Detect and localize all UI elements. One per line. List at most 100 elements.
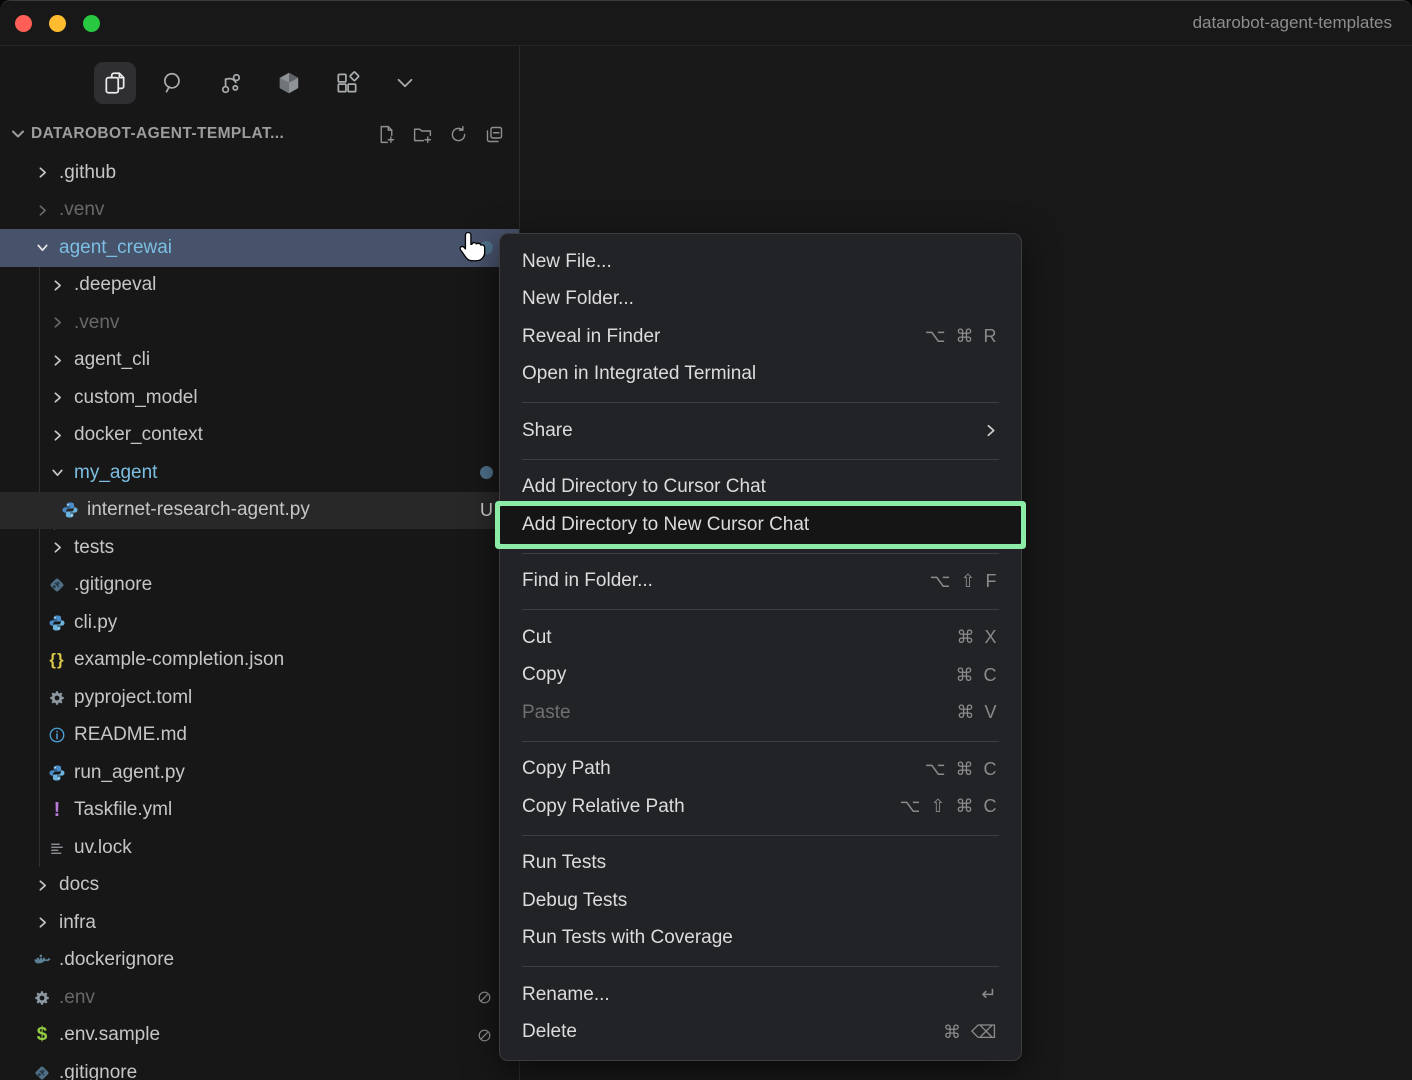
tree-folder-docker-context[interactable]: docker_context bbox=[0, 417, 519, 455]
activity-cube-icon[interactable] bbox=[268, 62, 310, 104]
tree-item-label: Taskfile.yml bbox=[74, 799, 172, 821]
menu-item-new-file[interactable]: New File... bbox=[500, 243, 1021, 281]
menu-item-label: Debug Tests bbox=[522, 890, 627, 912]
tree-folder-docs[interactable]: docs bbox=[0, 867, 519, 905]
tree-file--gitignore[interactable]: .gitignore bbox=[0, 1054, 519, 1080]
chevron-right-icon bbox=[46, 427, 68, 444]
menu-item-debug-tests[interactable]: Debug Tests bbox=[500, 882, 1021, 920]
tree-folder-my-agent[interactable]: my_agent bbox=[0, 454, 519, 492]
menu-item-shortcut: ⌥ ⇧ ⌘ C bbox=[900, 796, 999, 817]
menu-item-share[interactable]: Share bbox=[500, 412, 1021, 450]
refresh-icon[interactable] bbox=[448, 124, 469, 145]
new-folder-icon[interactable] bbox=[412, 124, 433, 145]
menu-item-copy-relative-path[interactable]: Copy Relative Path⌥ ⇧ ⌘ C bbox=[500, 788, 1021, 826]
json-file-icon: {} bbox=[46, 650, 68, 670]
tree-item-label: README.md bbox=[74, 724, 187, 746]
tree-folder-custom-model[interactable]: custom_model bbox=[0, 379, 519, 417]
minimize-window-button[interactable] bbox=[49, 15, 66, 32]
activity-source-control-icon[interactable] bbox=[210, 62, 252, 104]
context-menu: New File...New Folder...Reveal in Finder… bbox=[499, 233, 1022, 1061]
tree-file-example-completion-json[interactable]: {}example-completion.json bbox=[0, 642, 519, 680]
tree-file--dockerignore[interactable]: .dockerignore bbox=[0, 942, 519, 980]
tree-file-uv-lock[interactable]: uv.lock bbox=[0, 829, 519, 867]
tree-folder-infra[interactable]: infra bbox=[0, 904, 519, 942]
tree-item-label: docs bbox=[59, 874, 99, 896]
menu-item-shortcut: ⌥ ⇧ F bbox=[930, 571, 999, 592]
chevron-right-icon bbox=[46, 539, 68, 556]
menu-item-cut[interactable]: Cut⌘ X bbox=[500, 619, 1021, 657]
collapse-all-icon[interactable] bbox=[484, 124, 505, 145]
tree-folder--deepeval[interactable]: .deepeval bbox=[0, 267, 519, 305]
activity-search-icon[interactable] bbox=[152, 62, 194, 104]
menu-item-label: Add Directory to New Cursor Chat bbox=[522, 514, 809, 536]
menu-item-label: Run Tests with Coverage bbox=[522, 927, 733, 949]
menu-item-label: Run Tests bbox=[522, 852, 606, 874]
new-file-icon[interactable] bbox=[376, 124, 397, 145]
menu-item-label: Add Directory to Cursor Chat bbox=[522, 476, 766, 498]
tree-file-pyproject-toml[interactable]: pyproject.toml bbox=[0, 679, 519, 717]
tree-file-readme-md[interactable]: README.md bbox=[0, 717, 519, 755]
menu-item-new-folder[interactable]: New Folder... bbox=[500, 281, 1021, 319]
menu-item-reveal-in-finder[interactable]: Reveal in Finder⌥ ⌘ R bbox=[500, 318, 1021, 356]
tree-file-internet-research-agent-py[interactable]: internet-research-agent.pyU bbox=[0, 492, 519, 530]
tree-file-run-agent-py[interactable]: run_agent.py bbox=[0, 754, 519, 792]
tree-folder--github[interactable]: .github bbox=[0, 154, 519, 192]
menu-item-shortcut: ⌥ ⌘ C bbox=[925, 759, 999, 780]
tree-file-taskfile-yml[interactable]: ! Taskfile.yml bbox=[0, 792, 519, 830]
tree-file--env-sample[interactable]: $.env.sample bbox=[0, 1017, 519, 1055]
menu-item-find-in-folder[interactable]: Find in Folder... ⌥ ⇧ F bbox=[500, 563, 1021, 601]
chevron-right-icon bbox=[31, 202, 53, 219]
tree-item-label: uv.lock bbox=[74, 837, 132, 859]
ignored-badge-icon bbox=[476, 989, 493, 1006]
tree-item-label: custom_model bbox=[74, 387, 198, 409]
gear-file-icon bbox=[46, 689, 68, 707]
git-untracked-badge: U bbox=[480, 500, 493, 521]
zoom-window-button[interactable] bbox=[83, 15, 100, 32]
python-file-icon bbox=[46, 614, 68, 632]
tree-folder--venv[interactable]: .venv bbox=[0, 304, 519, 342]
tree-file--gitignore[interactable]: .gitignore bbox=[0, 567, 519, 605]
file-tree: .github.venvagent_crewai.deepeval.venvag… bbox=[0, 154, 519, 1080]
tree-folder--venv[interactable]: .venv bbox=[0, 192, 519, 230]
menu-item-rename[interactable]: Rename...↵ bbox=[500, 976, 1021, 1014]
app-window: datarobot-agent-templates DATAROBOT-AGEN… bbox=[0, 0, 1412, 1080]
tree-folder-agent-crewai[interactable]: agent_crewai bbox=[0, 229, 519, 267]
menu-item-delete[interactable]: Delete ⌘ ⌫ bbox=[500, 1014, 1021, 1052]
tree-item-label: tests bbox=[74, 537, 114, 559]
menu-item-copy-path[interactable]: Copy Path⌥ ⌘ C bbox=[500, 751, 1021, 789]
info-file-icon bbox=[46, 726, 68, 744]
tree-folder-agent-cli[interactable]: agent_cli bbox=[0, 342, 519, 380]
activity-bar bbox=[0, 46, 519, 114]
tree-item-label: run_agent.py bbox=[74, 762, 185, 784]
tree-folder-tests[interactable]: tests bbox=[0, 529, 519, 567]
menu-item-run-tests[interactable]: Run Tests bbox=[500, 845, 1021, 883]
exclaim-file-icon: ! bbox=[46, 799, 68, 822]
close-window-button[interactable] bbox=[15, 15, 32, 32]
menu-item-shortcut: ⌘ X bbox=[956, 627, 999, 648]
menu-separator bbox=[522, 402, 999, 403]
tree-item-label: .venv bbox=[59, 199, 104, 221]
menu-item-shortcut: ⌘ ⌫ bbox=[943, 1022, 999, 1043]
tree-item-label: .deepeval bbox=[74, 274, 156, 296]
menu-item-copy[interactable]: Copy⌘ C bbox=[500, 657, 1021, 695]
menu-item-shortcut: ⌥ ⌘ R bbox=[925, 326, 999, 347]
activity-explorer-files-icon[interactable] bbox=[94, 62, 136, 104]
explorer-header[interactable]: DATAROBOT-AGENT-TEMPLAT... bbox=[0, 114, 519, 154]
tree-item-label: .env bbox=[59, 987, 95, 1009]
menu-item-add-directory-to-cursor-chat[interactable]: Add Directory to Cursor Chat bbox=[500, 469, 1021, 507]
activity-extensions-icon[interactable] bbox=[326, 62, 368, 104]
chevron-down-icon bbox=[31, 239, 53, 256]
tree-file-cli-py[interactable]: cli.py bbox=[0, 604, 519, 642]
activity-chevron-down-icon[interactable] bbox=[384, 62, 426, 104]
menu-item-add-directory-to-new-cursor-chat[interactable]: Add Directory to New Cursor Chat bbox=[500, 506, 1021, 544]
menu-item-run-tests-with-coverage[interactable]: Run Tests with Coverage bbox=[500, 920, 1021, 958]
menu-item-label: Delete bbox=[522, 1021, 577, 1043]
docker-file-icon bbox=[31, 951, 53, 969]
menu-item-label: Find in Folder... bbox=[522, 570, 653, 592]
explorer-actions bbox=[376, 124, 505, 145]
tree-file--env[interactable]: .env bbox=[0, 979, 519, 1017]
menu-item-open-in-integrated-terminal[interactable]: Open in Integrated Terminal bbox=[500, 356, 1021, 394]
menu-item-label: Copy bbox=[522, 664, 566, 686]
tree-item-label: pyproject.toml bbox=[74, 687, 192, 709]
dollar-file-icon: $ bbox=[31, 1024, 53, 1046]
